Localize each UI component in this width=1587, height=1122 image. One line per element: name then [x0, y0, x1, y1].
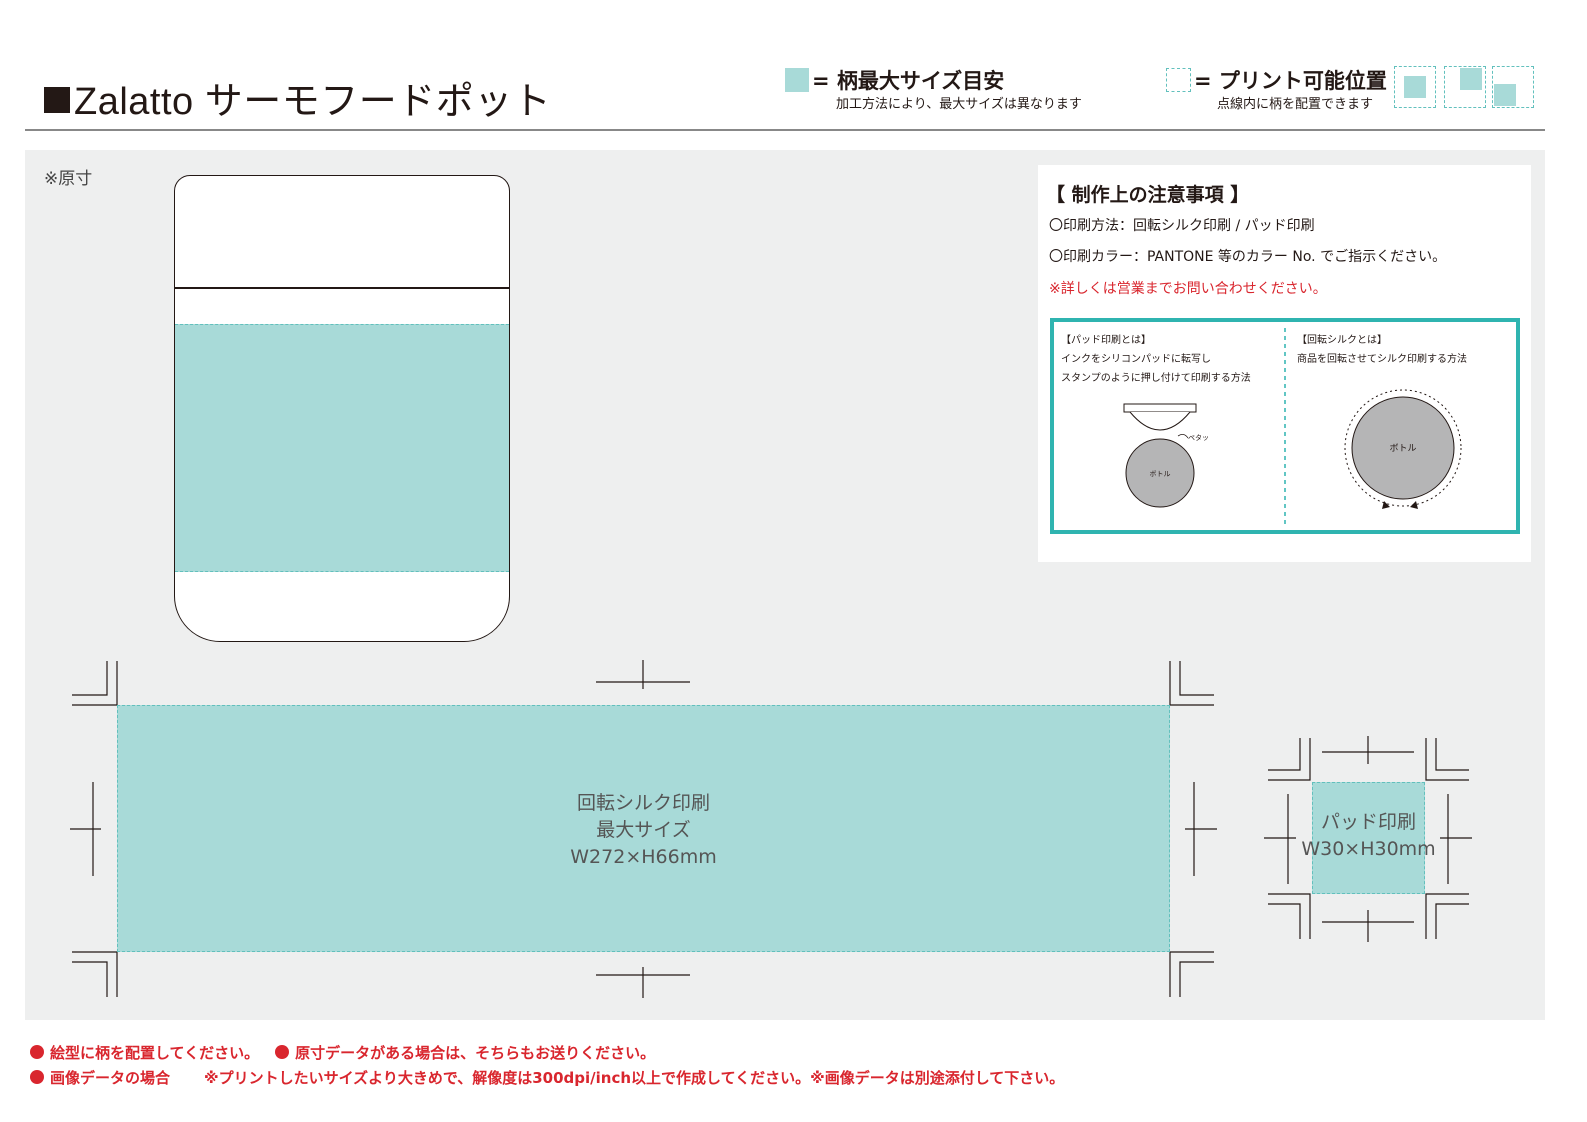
pad-desc-2: スタンプのように押し付けて印刷する方法 [1061, 373, 1251, 384]
footer-line-1: 絵型に柄を配置してください。 原寸データがある場合は、そちらもお送りください。 [30, 1042, 655, 1063]
bullet-icon [30, 1070, 44, 1084]
notice-line-2: 〇印刷カラー：PANTONE 等のカラー No. でご指示ください。 [1049, 249, 1447, 265]
pad-title: 【パッド印刷とは】 [1061, 335, 1151, 346]
notice-line-1: 〇印刷方法：回転シルク印刷 / パッド印刷 [1049, 218, 1315, 234]
silk-bottle-label: ボトル [1389, 444, 1417, 454]
silk-label-1: 回転シルク印刷 [576, 792, 710, 814]
silk-title: 【回転シルクとは】 [1297, 335, 1387, 346]
notice-warning: ※詳しくは営業までお問い合わせください。 [1049, 281, 1327, 297]
pad-label-1: パッド印刷 [1320, 811, 1416, 833]
pad-bottle-label: ボトル [1149, 470, 1171, 478]
bullet-icon [30, 1045, 44, 1059]
footer-line-2: 画像データの場合 ※プリントしたいサイズより大きめで、解像度は300dpi/inc… [30, 1067, 1064, 1088]
pad-label-2: W30×H30mm [1301, 838, 1436, 860]
silk-label-2: 最大サイズ [596, 819, 691, 841]
notice-heading: 【 制作上の注意事項 】 [1046, 184, 1250, 206]
silk-desc: 商品を回転させてシルク印刷する方法 [1297, 354, 1467, 365]
pad-press-icon [1123, 403, 1197, 431]
pad-tag: ペタッ [1188, 434, 1209, 442]
silk-label-3: W272×H66mm [570, 846, 717, 868]
bullet-icon [275, 1045, 290, 1059]
pad-desc-1: インクをシリコンパッドに転写し [1061, 354, 1211, 365]
